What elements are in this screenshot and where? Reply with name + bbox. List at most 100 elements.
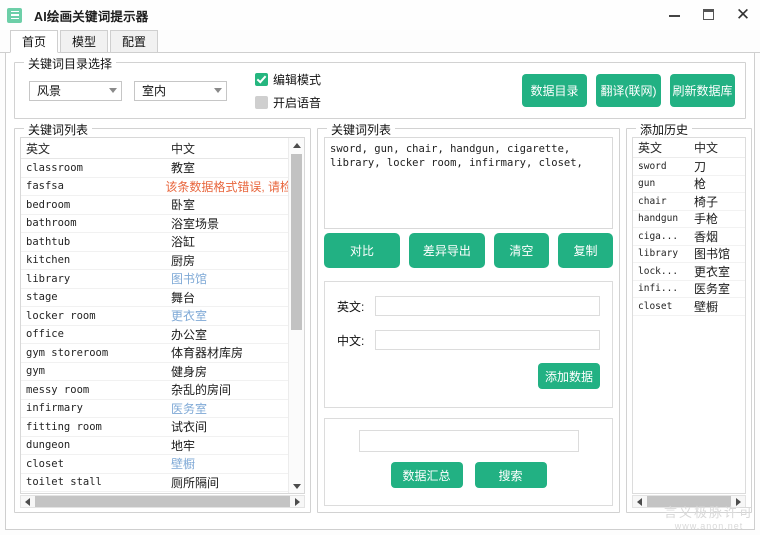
- keyword-en: kitchen: [26, 254, 71, 267]
- keyword-textarea[interactable]: sword, gun, chair, handgun, cigarette, l…: [324, 137, 613, 229]
- keyword-cn: 浴室场景: [171, 216, 220, 231]
- list-item[interactable]: chair 椅子: [633, 193, 745, 211]
- edit-mode-checkbox[interactable]: 编辑模式: [255, 71, 321, 88]
- compare-button[interactable]: 对比: [324, 233, 400, 268]
- copy-button[interactable]: 复制: [557, 233, 613, 268]
- category-selection-legend: 关键词目录选择: [24, 55, 117, 72]
- tab-model[interactable]: 模型: [60, 30, 109, 52]
- list-item[interactable]: library 图书馆: [633, 246, 745, 263]
- table-row[interactable]: toilet stall 厕所隔间: [21, 474, 304, 492]
- main-content: 关键词目录选择 风景 室内 编辑模式 开启语音 数据目录 翻译(联网) 刷新数据…: [5, 53, 755, 530]
- scroll-up-icon[interactable]: [289, 138, 304, 152]
- keyword-cn: 体育器材库房: [171, 346, 244, 361]
- history-cn: 椅子: [694, 194, 719, 209]
- keyword-cn: 杂乱的房间: [171, 383, 232, 398]
- app-lines-icon: [7, 7, 22, 23]
- table-row[interactable]: messy room 杂乱的房间: [21, 381, 304, 400]
- keyword-cn: 地牢: [171, 438, 196, 453]
- list-item[interactable]: ciga... 香烟: [633, 228, 745, 246]
- tab-home[interactable]: 首页: [10, 30, 59, 53]
- table-row[interactable]: gym storeroom 体育器材库房: [21, 344, 304, 363]
- table-row[interactable]: closet 壁橱: [21, 455, 304, 474]
- list-item[interactable]: lock... 更衣室: [633, 263, 745, 281]
- keyword-table-header: 英文 中文: [21, 138, 304, 159]
- keyword-col-cn: 中文: [171, 141, 196, 156]
- table-row[interactable]: changing room更衣室: [21, 492, 304, 493]
- table-row[interactable]: gym 健身房: [21, 363, 304, 381]
- category-dropdown[interactable]: 风景: [29, 80, 122, 101]
- history-cn: 枪: [694, 177, 707, 192]
- data-summary-button[interactable]: 数据汇总: [390, 462, 463, 488]
- history-cn: 手枪: [694, 212, 719, 227]
- keyword-editor-legend: 关键词列表: [327, 121, 396, 138]
- chinese-input[interactable]: [375, 330, 600, 350]
- keyword-cn: 浴缸: [171, 235, 196, 250]
- search-button[interactable]: 搜索: [474, 462, 547, 488]
- table-row[interactable]: bathtub 浴缸: [21, 233, 304, 252]
- search-input[interactable]: [358, 430, 579, 452]
- chinese-field-row: 中文:: [325, 330, 612, 350]
- history-horizontal-scrollbar[interactable]: [632, 495, 746, 508]
- table-row[interactable]: library 图书馆: [21, 270, 304, 289]
- list-item[interactable]: handgun 手枪: [633, 211, 745, 228]
- checkbox-empty-icon: [255, 95, 268, 109]
- scroll-down-icon[interactable]: [289, 479, 304, 493]
- table-row[interactable]: kitchen 厨房: [21, 252, 304, 270]
- keyword-cn: 医务室: [171, 401, 208, 416]
- keyword-cn: 舞台: [171, 290, 196, 305]
- list-item[interactable]: sword 刀: [633, 158, 745, 176]
- category-dropdown-value: 风景: [37, 84, 62, 98]
- add-data-button[interactable]: 添加数据: [538, 363, 600, 389]
- title-bar: AI绘画关键词提示器 ✕: [0, 0, 760, 30]
- list-item[interactable]: gun 枪: [633, 176, 745, 193]
- tab-config[interactable]: 配置: [110, 30, 159, 52]
- list-item[interactable]: infi... 医务室: [633, 281, 745, 298]
- minimize-icon[interactable]: [666, 6, 684, 24]
- table-row[interactable]: bathroom 浴室场景: [21, 215, 304, 233]
- scroll-right-icon[interactable]: [291, 498, 304, 506]
- history-en: lock...: [638, 265, 679, 277]
- keyword-en: toilet stall: [26, 476, 102, 489]
- table-row[interactable]: infirmary 医务室: [21, 400, 304, 418]
- diff-export-button[interactable]: 差异导出: [408, 233, 485, 268]
- subcategory-dropdown[interactable]: 室内: [134, 80, 227, 101]
- history-table: 英文 中文 sword 刀 gun 枪 chair 椅子 handgun 手枪 ciga... 香…: [632, 137, 746, 494]
- scroll-left-icon[interactable]: [633, 498, 646, 506]
- category-selection-group: 关键词目录选择 风景 室内 编辑模式 开启语音 数据目录 翻译(联网) 刷新数据…: [14, 55, 746, 119]
- hscrollbar-thumb[interactable]: [647, 496, 731, 507]
- table-row[interactable]: stage 舞台: [21, 289, 304, 307]
- maximize-icon[interactable]: [700, 6, 718, 24]
- search-panel: 数据汇总 搜索: [324, 418, 613, 506]
- keyword-list-column: 关键词列表 英文 中文 classroom 教室 fasfsa 该条数据格式错误, 请…: [14, 121, 311, 513]
- table-row[interactable]: fasfsa 该条数据格式错误, 请检查: [21, 178, 304, 196]
- clear-button[interactable]: 清空: [493, 233, 549, 268]
- keyword-en: stage: [26, 291, 58, 304]
- list-item[interactable]: closet 壁橱: [633, 298, 745, 316]
- history-legend: 添加历史: [636, 121, 693, 138]
- scrollbar-thumb[interactable]: [291, 154, 302, 330]
- english-input[interactable]: [375, 296, 600, 316]
- refresh-database-button[interactable]: 刷新数据库: [670, 74, 735, 107]
- table-row[interactable]: dungeon 地牢: [21, 437, 304, 455]
- voice-mode-checkbox[interactable]: 开启语音: [255, 94, 321, 111]
- table-row[interactable]: fitting room 试衣间: [21, 418, 304, 437]
- chevron-down-icon: [214, 88, 222, 93]
- table-row[interactable]: classroom 教室: [21, 159, 304, 178]
- history-en: sword: [638, 160, 667, 172]
- data-directory-button[interactable]: 数据目录: [522, 74, 587, 107]
- window-title: AI绘画关键词提示器: [34, 9, 149, 24]
- hscrollbar-thumb[interactable]: [35, 496, 290, 507]
- chinese-field-label: 中文:: [337, 333, 365, 348]
- close-icon[interactable]: ✕: [734, 6, 752, 24]
- scroll-right-icon[interactable]: [732, 498, 745, 506]
- translate-online-button[interactable]: 翻译(联网): [596, 74, 661, 107]
- table-row[interactable]: bedroom 卧室: [21, 196, 304, 215]
- keyword-cn: 壁橱: [171, 457, 196, 472]
- english-field-row: 英文:: [325, 296, 612, 316]
- table-row[interactable]: office 办公室: [21, 326, 304, 344]
- scroll-left-icon[interactable]: [21, 498, 34, 506]
- history-cn: 图书馆: [694, 247, 731, 262]
- keyword-table-vertical-scrollbar[interactable]: [288, 138, 304, 493]
- table-row[interactable]: locker room 更衣室: [21, 307, 304, 326]
- keyword-table-horizontal-scrollbar[interactable]: [20, 495, 305, 508]
